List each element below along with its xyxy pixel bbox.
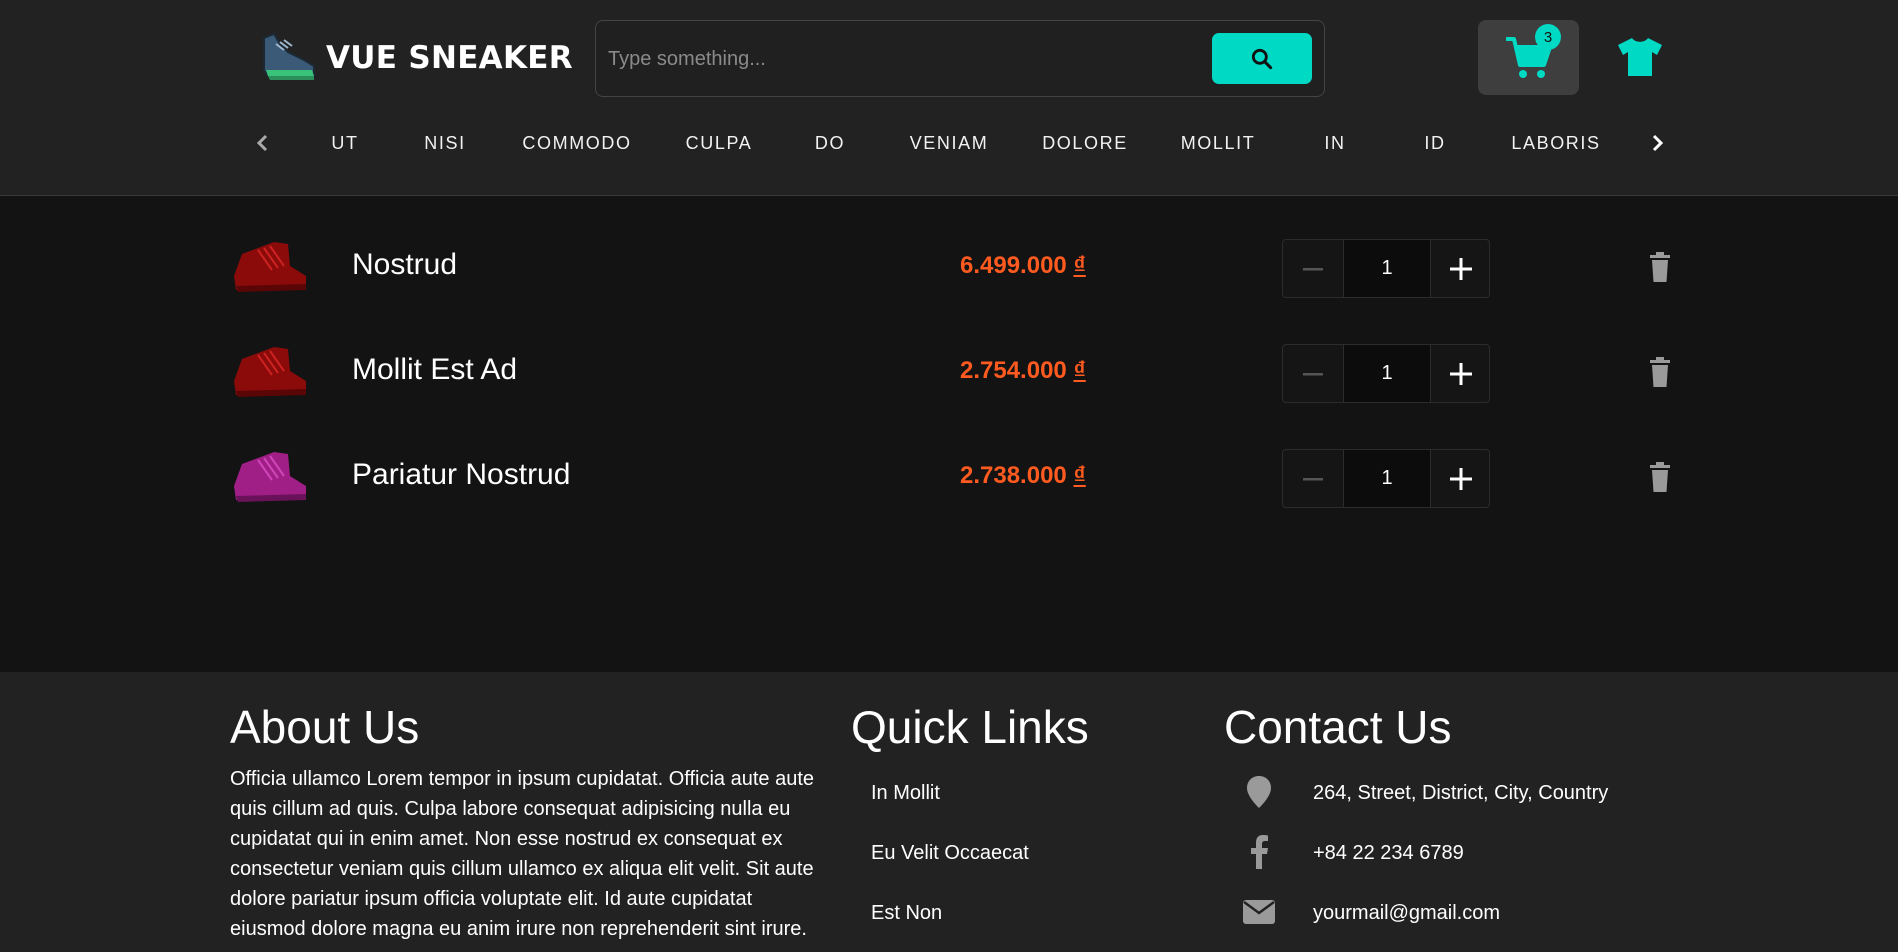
product-price: 6.499.000 ₫ — [960, 252, 1086, 279]
cart-button[interactable]: 3 — [1478, 20, 1579, 95]
category-next-button[interactable] — [1636, 122, 1680, 164]
contact-email[interactable]: yourmail@gmail.com — [1313, 902, 1500, 925]
category-item[interactable]: DO — [815, 122, 845, 164]
category-item[interactable]: LABORIS — [1511, 122, 1600, 164]
product-thumbnail[interactable] — [228, 341, 310, 405]
account-button[interactable] — [1612, 30, 1668, 84]
search-bar — [595, 20, 1325, 97]
cart-count-badge: 3 — [1535, 24, 1561, 50]
product-name[interactable]: Mollit Est Ad — [352, 353, 517, 387]
mail-icon — [1238, 894, 1280, 930]
quantity-input[interactable]: 1 — [1343, 240, 1431, 297]
quantity-stepper: 1 — [1282, 239, 1490, 298]
minus-icon — [1303, 372, 1323, 375]
chevron-right-icon — [1652, 134, 1664, 152]
category-item[interactable]: UT — [331, 122, 358, 164]
search-icon — [1251, 48, 1273, 69]
contact-phone: +84 22 234 6789 — [1313, 842, 1464, 864]
about-text: Officia ullamco Lorem tempor in ipsum cu… — [230, 768, 814, 940]
decrease-quantity-button[interactable] — [1283, 450, 1343, 507]
category-nav: UT NISI COMMODO CULPA DO VENIAM DOLORE M… — [240, 122, 1680, 164]
shirt-icon — [1618, 38, 1662, 76]
cart-item-row: Nostrud 6.499.000 ₫ 1 — [0, 228, 1898, 308]
minus-icon — [1303, 477, 1323, 480]
category-item[interactable]: ID — [1424, 122, 1445, 164]
about-title: About Us — [230, 701, 420, 753]
increase-quantity-button[interactable] — [1431, 240, 1490, 297]
trash-icon[interactable] — [1648, 250, 1672, 286]
category-item[interactable]: NISI — [424, 122, 465, 164]
minus-icon — [1303, 267, 1323, 270]
search-button[interactable] — [1212, 33, 1312, 84]
contact-address: 264, Street, District, City, Country — [1313, 782, 1609, 804]
plus-icon — [1449, 467, 1472, 490]
trash-icon[interactable] — [1648, 355, 1672, 391]
location-pin-icon — [1238, 774, 1280, 810]
quantity-stepper: 1 — [1282, 344, 1490, 403]
increase-quantity-button[interactable] — [1431, 345, 1490, 402]
category-prev-button[interactable] — [240, 122, 284, 164]
quick-links-title: Quick Links — [851, 701, 1089, 753]
decrease-quantity-button[interactable] — [1283, 240, 1343, 297]
search-input[interactable] — [608, 39, 1188, 79]
brand-name: VUE SNEAKER — [326, 40, 573, 76]
quantity-input[interactable]: 1 — [1343, 450, 1431, 507]
brand[interactable]: VUE SNEAKER — [258, 28, 573, 88]
facebook-icon[interactable] — [1238, 834, 1280, 870]
plus-icon — [1449, 362, 1472, 385]
category-item[interactable]: CULPA — [686, 122, 753, 164]
product-thumbnail[interactable] — [228, 236, 310, 300]
product-name[interactable]: Pariatur Nostrud — [352, 458, 570, 492]
site-footer: About Us Officia ullamco Lorem tempor in… — [0, 672, 1898, 952]
category-item[interactable]: VENIAM — [910, 122, 989, 164]
category-item[interactable]: DOLORE — [1042, 122, 1128, 164]
decrease-quantity-button[interactable] — [1283, 345, 1343, 402]
plus-icon — [1449, 257, 1472, 280]
category-item[interactable]: MOLLIT — [1181, 122, 1256, 164]
quick-link[interactable]: Est Non — [871, 902, 942, 925]
quantity-input[interactable]: 1 — [1343, 345, 1431, 402]
chevron-left-icon — [256, 134, 268, 152]
product-price: 2.738.000 ₫ — [960, 462, 1086, 489]
product-price: 2.754.000 ₫ — [960, 357, 1086, 384]
sneaker-logo-icon — [263, 32, 315, 80]
product-thumbnail[interactable] — [228, 446, 310, 510]
category-item[interactable]: COMMODO — [522, 122, 631, 164]
quick-link[interactable]: Eu Velit Occaecat — [871, 842, 1029, 865]
cart-item-row: Pariatur Nostrud 2.738.000 ₫ 1 — [0, 438, 1898, 518]
quick-link[interactable]: In Mollit — [871, 782, 940, 805]
trash-icon[interactable] — [1648, 460, 1672, 496]
quantity-stepper: 1 — [1282, 449, 1490, 508]
site-header: VUE SNEAKER 3 UT NISI — [0, 0, 1898, 196]
product-name[interactable]: Nostrud — [352, 248, 457, 282]
increase-quantity-button[interactable] — [1431, 450, 1490, 507]
contact-title: Contact Us — [1224, 701, 1452, 753]
cart-item-row: Mollit Est Ad 2.754.000 ₫ 1 — [0, 333, 1898, 413]
category-item[interactable]: IN — [1324, 122, 1345, 164]
